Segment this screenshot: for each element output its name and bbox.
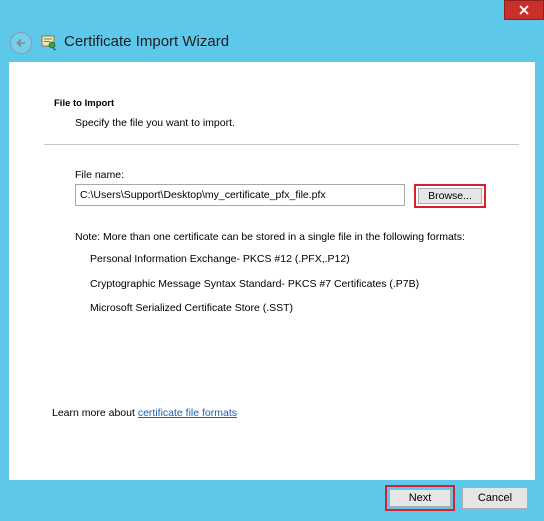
- cancel-button[interactable]: Cancel: [462, 487, 528, 509]
- browse-button-label: Browse...: [418, 188, 482, 204]
- close-icon: [519, 5, 529, 15]
- section-title: File to Import: [54, 98, 115, 109]
- wizard-content: File to Import Specify the file you want…: [9, 62, 535, 480]
- close-button[interactable]: [504, 0, 544, 20]
- back-arrow-icon: [16, 38, 25, 48]
- browse-button[interactable]: Browse...: [414, 184, 486, 208]
- divider: [44, 144, 519, 145]
- formats-note: Note: More than one certificate can be s…: [75, 231, 465, 243]
- next-button-label: Next: [389, 489, 451, 507]
- format-item-sst: Microsoft Serialized Certificate Store (…: [90, 302, 294, 314]
- wizard-header: Certificate Import Wizard: [0, 24, 544, 62]
- back-button[interactable]: [10, 32, 32, 54]
- file-name-label: File name:: [75, 169, 125, 181]
- next-button[interactable]: Next: [385, 485, 455, 511]
- file-name-input[interactable]: [75, 184, 405, 206]
- format-item-pfx: Personal Information Exchange- PKCS #12 …: [90, 253, 350, 265]
- format-item-p7b: Cryptographic Message Syntax Standard- P…: [90, 278, 420, 290]
- section-subtitle: Specify the file you want to import.: [75, 117, 235, 129]
- learn-more-text: Learn more about certificate file format…: [52, 407, 237, 419]
- learn-more-prefix: Learn more about: [52, 407, 138, 419]
- wizard-footer: Next Cancel: [0, 480, 544, 521]
- window-title: Certificate Import Wizard: [64, 33, 230, 50]
- certificate-icon: [41, 35, 57, 51]
- certificate-formats-link[interactable]: certificate file formats: [138, 407, 237, 419]
